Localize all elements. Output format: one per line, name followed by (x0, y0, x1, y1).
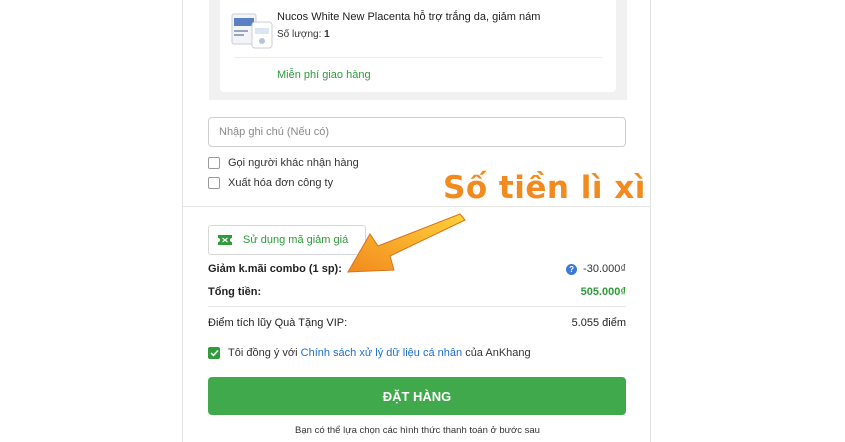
product-thumbnail (231, 13, 273, 49)
product-card: Nucos White New Placenta hỗ trợ trắng da… (220, 0, 616, 92)
note-input[interactable] (208, 117, 626, 147)
divider (208, 306, 626, 307)
points-label: Điểm tích lũy Quà Tặng VIP: (208, 317, 348, 329)
points-value: 5.055 điểm (571, 317, 626, 329)
option-call-other[interactable]: Gọi người khác nhận hàng (208, 157, 359, 169)
consent-text: Tôi đồng ý với Chính sách xử lý dữ liệu … (228, 347, 531, 359)
place-order-button[interactable]: ĐẶT HÀNG (208, 377, 626, 415)
checkout-page: Nucos White New Placenta hỗ trợ trắng da… (0, 0, 845, 442)
ticket-icon (218, 235, 232, 245)
total-value: 505.000₫ (580, 286, 626, 298)
checkbox[interactable] (208, 157, 220, 169)
annotation-text: Số tiền lì xì (443, 170, 646, 206)
privacy-policy-link[interactable]: Chính sách xử lý dữ liệu cá nhân (301, 347, 462, 359)
product-section: Nucos White New Placenta hỗ trợ trắng da… (209, 0, 627, 100)
free-shipping-label: Miễn phí giao hàng (277, 69, 371, 81)
total-label: Tổng tiền: (208, 286, 262, 298)
checkbox[interactable] (208, 177, 220, 189)
consent-checkbox[interactable] (208, 347, 220, 359)
section-divider (183, 206, 650, 207)
divider (234, 57, 602, 58)
consent-suffix: của AnKhang (465, 347, 531, 359)
payment-footnote: Bạn có thể lựa chọn các hình thức thanh … (295, 425, 540, 436)
consent-row: Tôi đồng ý với Chính sách xử lý dữ liệu … (208, 347, 531, 359)
product-quantity: Số lượng: 1 (277, 29, 330, 40)
discount-value: -30.000₫ (583, 263, 626, 275)
annotation-arrow-icon (347, 213, 466, 273)
quantity-value: 1 (324, 29, 330, 40)
discount-value-wrap: ? -30.000₫ (566, 263, 626, 275)
option-label: Xuất hóa đơn công ty (228, 177, 334, 189)
quantity-label: Số lượng: (277, 29, 322, 40)
option-company-invoice[interactable]: Xuất hóa đơn công ty (208, 177, 333, 189)
discount-label: Giảm k.mãi combo (1 sp): (208, 263, 342, 275)
info-icon[interactable]: ? (566, 263, 578, 275)
points-row: Điểm tích lũy Quà Tặng VIP: 5.055 điểm (208, 317, 626, 329)
total-row: Tổng tiền: 505.000₫ (208, 286, 626, 298)
check-icon (209, 349, 219, 357)
option-label: Gọi người khác nhận hàng (228, 157, 359, 169)
product-name[interactable]: Nucos White New Placenta hỗ trợ trắng da… (277, 11, 540, 23)
consent-prefix: Tôi đồng ý với (228, 347, 298, 359)
